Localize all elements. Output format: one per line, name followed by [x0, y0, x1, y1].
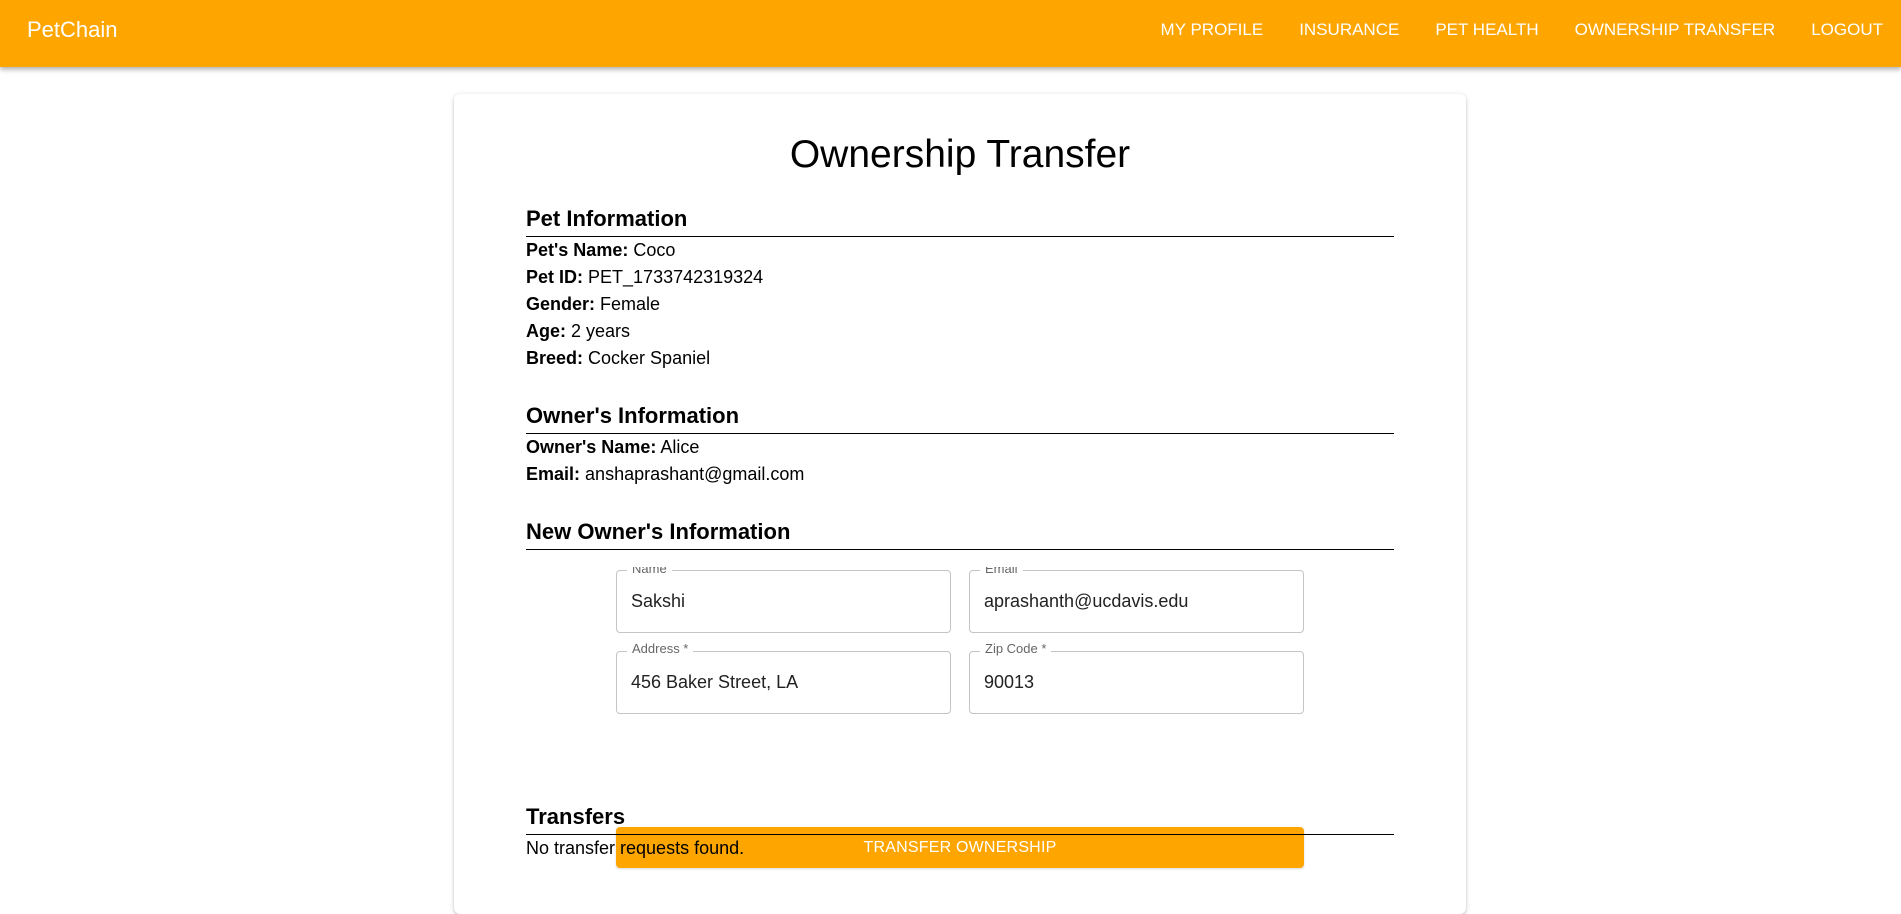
- new-owner-address-input[interactable]: [631, 652, 936, 712]
- owner-name-value: Alice: [660, 437, 700, 457]
- transfers-heading: Transfers: [526, 804, 1394, 835]
- owner-email-row: Email: anshaprashant@gmail.com: [526, 461, 1394, 488]
- nav-pet-health[interactable]: PET HEALTH: [1417, 20, 1556, 40]
- main-nav: MY PROFILE INSURANCE PET HEALTH OWNERSHI…: [1143, 20, 1883, 40]
- pet-information-section: Pet Information Pet's Name: Coco Pet ID:…: [526, 206, 1394, 372]
- pet-age-row: Age: 2 years: [526, 318, 1394, 345]
- transfers-section: Transfers No transfer requests found.: [526, 804, 1394, 862]
- pet-name-label: Pet's Name:: [526, 240, 629, 260]
- owner-information-section: Owner's Information Owner's Name: Alice …: [526, 403, 1394, 488]
- nav-insurance[interactable]: INSURANCE: [1281, 20, 1417, 40]
- new-owner-name-field[interactable]: Name: [616, 567, 951, 633]
- ownership-transfer-card: Ownership Transfer Pet Information Pet's…: [454, 94, 1466, 914]
- owner-information-heading: Owner's Information: [526, 403, 1394, 434]
- pet-age-value: 2 years: [571, 321, 631, 341]
- pet-gender-value: Female: [600, 294, 661, 314]
- nav-logout[interactable]: LOGOUT: [1793, 20, 1883, 40]
- pet-id-row: Pet ID: PET_1733742319324: [526, 264, 1394, 291]
- brand-logo[interactable]: PetChain: [27, 17, 118, 43]
- page-title: Ownership Transfer: [789, 133, 1131, 176]
- pet-name-row: Pet's Name: Coco: [526, 237, 1394, 264]
- new-owner-heading: New Owner's Information: [526, 519, 1394, 550]
- pet-id-value: PET_1733742319324: [588, 267, 764, 287]
- nav-ownership-transfer[interactable]: OWNERSHIP TRANSFER: [1557, 20, 1794, 40]
- new-owner-section: New Owner's Information: [526, 519, 1394, 550]
- new-owner-name-input[interactable]: [631, 571, 936, 631]
- pet-gender-label: Gender:: [526, 294, 596, 314]
- pet-information-heading: Pet Information: [526, 206, 1394, 237]
- new-owner-email-field[interactable]: Email: [969, 567, 1304, 633]
- pet-id-label: Pet ID:: [526, 267, 584, 287]
- pet-breed-label: Breed:: [526, 348, 584, 368]
- app-bar: PetChain MY PROFILE INSURANCE PET HEALTH…: [0, 0, 1901, 67]
- pet-age-label: Age:: [526, 321, 566, 341]
- new-owner-email-input[interactable]: [984, 571, 1289, 631]
- pet-breed-row: Breed: Cocker Spaniel: [526, 345, 1394, 372]
- owner-name-label: Owner's Name:: [526, 437, 657, 457]
- pet-name-value: Coco: [633, 240, 676, 260]
- new-owner-zip-field[interactable]: Zip Code *: [969, 641, 1304, 714]
- nav-my-profile[interactable]: MY PROFILE: [1143, 20, 1282, 40]
- pet-breed-value: Cocker Spaniel: [588, 348, 711, 368]
- new-owner-zip-input[interactable]: [984, 652, 1289, 712]
- owner-email-value: anshaprashant@gmail.com: [585, 464, 805, 484]
- transfers-empty-message: No transfer requests found.: [526, 838, 745, 858]
- owner-name-row: Owner's Name: Alice: [526, 434, 1394, 461]
- pet-gender-row: Gender: Female: [526, 291, 1394, 318]
- new-owner-address-field[interactable]: Address *: [616, 641, 951, 714]
- owner-email-label: Email:: [526, 464, 581, 484]
